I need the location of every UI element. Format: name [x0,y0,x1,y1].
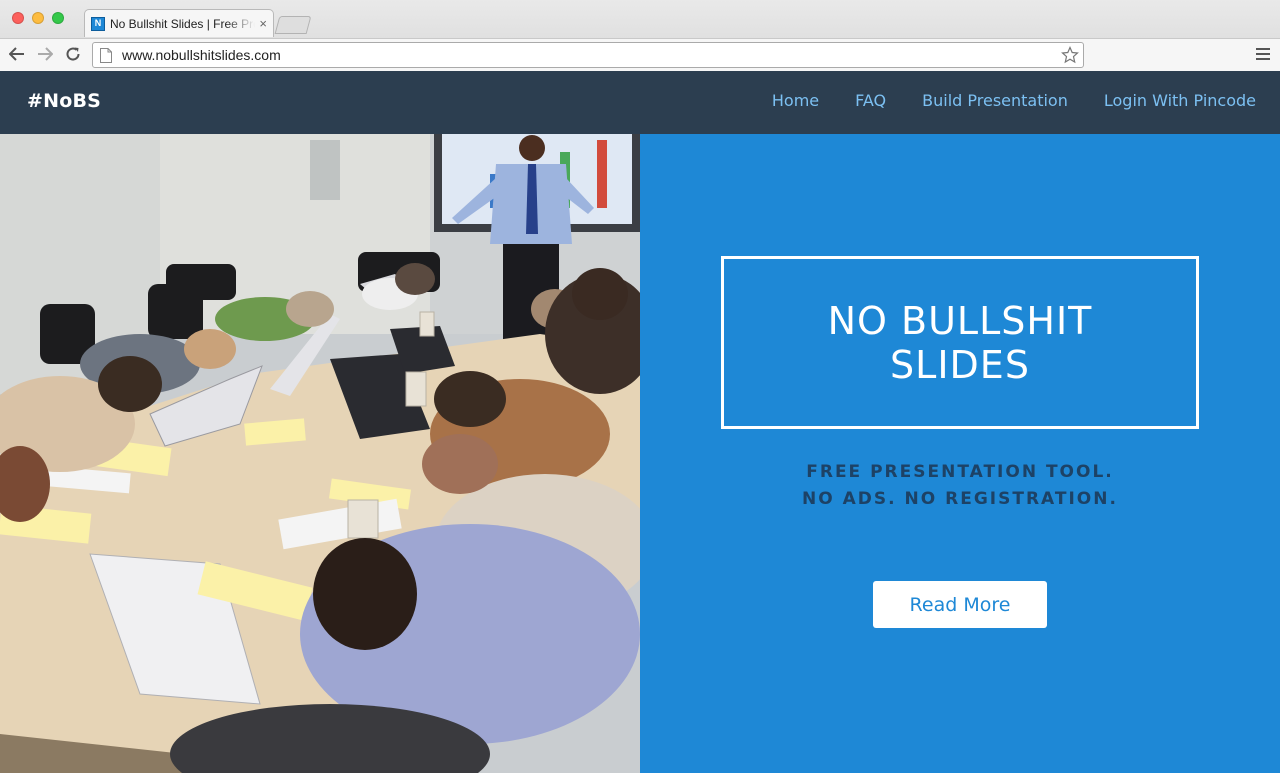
browser-menu-icon[interactable] [1256,48,1270,60]
bookmark-star-icon[interactable] [1061,46,1079,64]
minimize-window-button[interactable] [32,12,44,24]
site-logo[interactable]: #NoBS [27,90,101,112]
tab-close-icon[interactable]: × [259,16,267,31]
hero-panel: NO BULLSHIT SLIDES FREE PRESENTATION TOO… [640,134,1280,773]
maximize-window-button[interactable] [52,12,64,24]
hero-title-line-1: NO BULLSHIT [827,298,1093,343]
close-window-button[interactable] [12,12,24,24]
main-nav: Home FAQ Build Presentation Login With P… [772,91,1256,110]
tagline-line-1: FREE PRESENTATION TOOL. [806,462,1114,482]
browser-toolbar: www.nobullshitslides.com [0,38,1280,71]
nav-build-presentation-link[interactable]: Build Presentation [922,91,1068,110]
new-tab-button[interactable] [274,16,312,34]
page-icon [100,47,112,63]
reload-icon[interactable] [62,43,84,65]
nav-login-pincode-link[interactable]: Login With Pincode [1104,91,1256,110]
browser-chrome: N No Bullshit Slides | Free Presentation… [0,0,1280,71]
address-bar[interactable]: www.nobullshitslides.com [92,42,1084,68]
read-more-button[interactable]: Read More [873,581,1047,628]
site-header: #NoBS Home FAQ Build Presentation Login … [0,71,1280,134]
hero-photo [0,134,640,773]
meeting-room-illustration [0,134,640,773]
nav-faq-link[interactable]: FAQ [855,91,886,110]
site-favicon-icon: N [91,16,105,31]
nav-home-link[interactable]: Home [772,91,819,110]
hero-tagline: FREE PRESENTATION TOOL. NO ADS. NO REGIS… [640,459,1280,513]
hero-title-box: NO BULLSHIT SLIDES [721,256,1199,429]
url-text[interactable]: www.nobullshitslides.com [122,47,1061,63]
tab-title: No Bullshit Slides | Free Presentation T… [110,16,255,31]
window-controls [12,12,64,24]
browser-tab-active[interactable]: N No Bullshit Slides | Free Presentation… [84,9,274,37]
tagline-line-2: NO ADS. NO REGISTRATION. [802,489,1118,509]
forward-arrow-icon[interactable] [34,43,56,65]
hero-title-line-2: SLIDES [890,342,1030,387]
back-arrow-icon[interactable] [6,43,28,65]
